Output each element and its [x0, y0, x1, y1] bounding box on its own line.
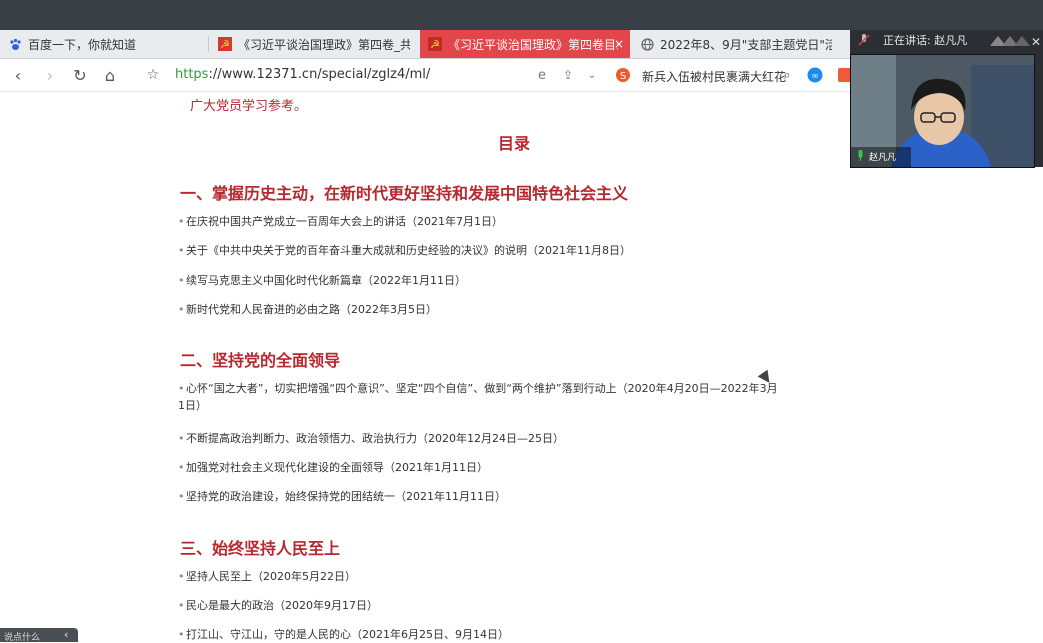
- close-icon[interactable]: ×: [614, 37, 624, 51]
- star-icon[interactable]: ☆: [143, 65, 163, 85]
- mic-active-icon: [856, 150, 865, 165]
- party-emblem-icon: ☭: [218, 37, 232, 51]
- url-scheme: https: [175, 67, 209, 82]
- forward-icon[interactable]: ›: [40, 65, 60, 85]
- tab-label: 百度一下，你就知道: [28, 37, 137, 52]
- reload-icon[interactable]: ↻: [70, 65, 90, 85]
- list-item[interactable]: • 关于《中共中央关于党的百年奋斗重大成就和历史经验的决议》的说明（2021年11…: [178, 242, 778, 259]
- intro-text: 广大党员学习参考。: [190, 99, 308, 114]
- svg-text:S: S: [620, 71, 626, 82]
- comment-bar[interactable]: 说点什么 ‹: [0, 628, 78, 643]
- svg-text:∞: ∞: [811, 72, 819, 82]
- sogou-icon[interactable]: S: [613, 65, 633, 85]
- close-icon[interactable]: ✕: [1031, 35, 1041, 49]
- chevron-down-icon[interactable]: ⌄: [582, 65, 602, 85]
- share-icon[interactable]: ⇪: [558, 65, 578, 85]
- item-link[interactable]: 心怀“国之大者”，切实把增强“四个意识”、坚定“四个自信”、做到“两个维护”落到…: [178, 382, 778, 412]
- paw-icon: [8, 37, 22, 51]
- tab-label: 《习近平谈治国理政》第四卷目录导: [448, 37, 618, 52]
- news-ticker[interactable]: 新兵入伍被村民裹满大红花: [642, 68, 786, 85]
- extension-icon[interactable]: ∞: [805, 65, 825, 85]
- participant-name: 赵凡凡: [869, 153, 897, 163]
- tab-label: 2022年8、9月"支部主题党日"活动提: [660, 37, 832, 52]
- list-item[interactable]: • 续写马克思主义中国化时代化新篇章（2022年1月11日）: [178, 272, 778, 289]
- item-link[interactable]: 关于《中共中央关于党的百年奋斗重大成就和历史经验的决议》的说明（2021年11月…: [186, 244, 631, 257]
- list-item[interactable]: • 在庆祝中国共产党成立一百周年大会上的讲话（2021年7月1日）: [178, 213, 778, 230]
- item-link[interactable]: 民心是最大的政治（2020年9月17日）: [186, 599, 378, 612]
- section-title: 二、坚持党的全面领导: [180, 351, 341, 370]
- page-title: 目录: [498, 134, 531, 153]
- item-link[interactable]: 新时代党和人民奋进的必由之路（2022年3月5日）: [186, 303, 437, 316]
- home-icon[interactable]: ⌂: [100, 65, 120, 85]
- list-item[interactable]: • 心怀“国之大者”，切实把增强“四个意识”、坚定“四个自信”、做到“两个维护”落…: [178, 380, 778, 414]
- tab-bar: 百度一下，你就知道 ☭ 《习近平谈治国理政》第四卷_共产党 ☭ 《习近平谈治国理…: [0, 30, 850, 59]
- signal-icon: [990, 36, 1030, 46]
- page-content: 广大党员学习参考。 目录 一、掌握历史主动，在新时代更好坚持和发展中国特色社会主…: [0, 92, 850, 642]
- tab-party-site[interactable]: ☭ 《习近平谈治国理政》第四卷_共产党: [210, 30, 410, 58]
- navigation-bar: ‹ › ↻ ⌂ ☆ https://www.12371.cn/special/z…: [0, 59, 852, 92]
- url-path: ://www.12371.cn/special/zglz4/ml/: [208, 67, 431, 82]
- address-bar[interactable]: https://www.12371.cn/special/zglz4/ml/: [175, 67, 430, 82]
- item-link[interactable]: 不断提高政治判断力、政治领悟力、政治执行力（2020年12月24日—25日）: [186, 432, 564, 445]
- back-icon[interactable]: ‹: [8, 65, 28, 85]
- list-item[interactable]: • 新时代党和人民奋进的必由之路（2022年3月5日）: [178, 301, 778, 318]
- comment-placeholder: 说点什么: [4, 633, 41, 643]
- section-title: 三、始终坚持人民至上: [180, 539, 341, 558]
- tab-label: 《习近平谈治国理政》第四卷_共产党: [238, 37, 410, 52]
- list-item[interactable]: • 民心是最大的政治（2020年9月17日）: [178, 597, 778, 614]
- party-emblem-icon: ☭: [428, 37, 442, 51]
- microphone-muted-icon: [858, 34, 870, 46]
- tab-activity[interactable]: 2022年8、9月"支部主题党日"活动提: [632, 30, 832, 58]
- item-link[interactable]: 坚持人民至上（2020年5月22日）: [186, 570, 356, 583]
- list-item[interactable]: • 不断提高政治判断力、政治领悟力、政治执行力（2020年12月24日—25日）: [178, 430, 778, 447]
- list-item[interactable]: • 打江山、守江山，守的是人民的心（2021年6月25日、9月14日）: [178, 626, 778, 643]
- item-link[interactable]: 在庆祝中国共产党成立一百周年大会上的讲话（2021年7月1日）: [186, 215, 503, 228]
- section-title: 一、掌握历史主动，在新时代更好坚持和发展中国特色社会主义: [180, 184, 629, 203]
- speaking-indicator: 正在讲话: 赵凡凡: [883, 34, 968, 47]
- globe-icon: [640, 37, 654, 51]
- participant-video: 赵凡凡: [850, 54, 1035, 168]
- search-icon[interactable]: ⌕: [777, 65, 797, 85]
- window-top-bar: [0, 0, 1043, 30]
- item-link[interactable]: 续写马克思主义中国化时代化新篇章（2022年1月11日）: [186, 274, 466, 287]
- list-item[interactable]: • 坚持人民至上（2020年5月22日）: [178, 568, 778, 585]
- ie-mode-icon[interactable]: e: [532, 65, 552, 85]
- item-link[interactable]: 坚持党的政治建设，始终保持党的团结统一（2021年11月11日）: [186, 490, 506, 503]
- collapse-icon[interactable]: ‹: [64, 628, 68, 641]
- item-link[interactable]: 加强党对社会主义现代化建设的全面领导（2021年1月11日）: [186, 461, 488, 474]
- list-item[interactable]: • 坚持党的政治建设，始终保持党的团结统一（2021年11月11日）: [178, 488, 778, 505]
- list-item[interactable]: • 加强党对社会主义现代化建设的全面领导（2021年1月11日）: [178, 459, 778, 476]
- tab-baidu[interactable]: 百度一下，你就知道: [0, 30, 205, 58]
- tab-toc-active[interactable]: ☭ 《习近平谈治国理政》第四卷目录导 ×: [420, 30, 630, 58]
- item-link[interactable]: 打江山、守江山，守的是人民的心（2021年6月25日、9月14日）: [186, 628, 509, 641]
